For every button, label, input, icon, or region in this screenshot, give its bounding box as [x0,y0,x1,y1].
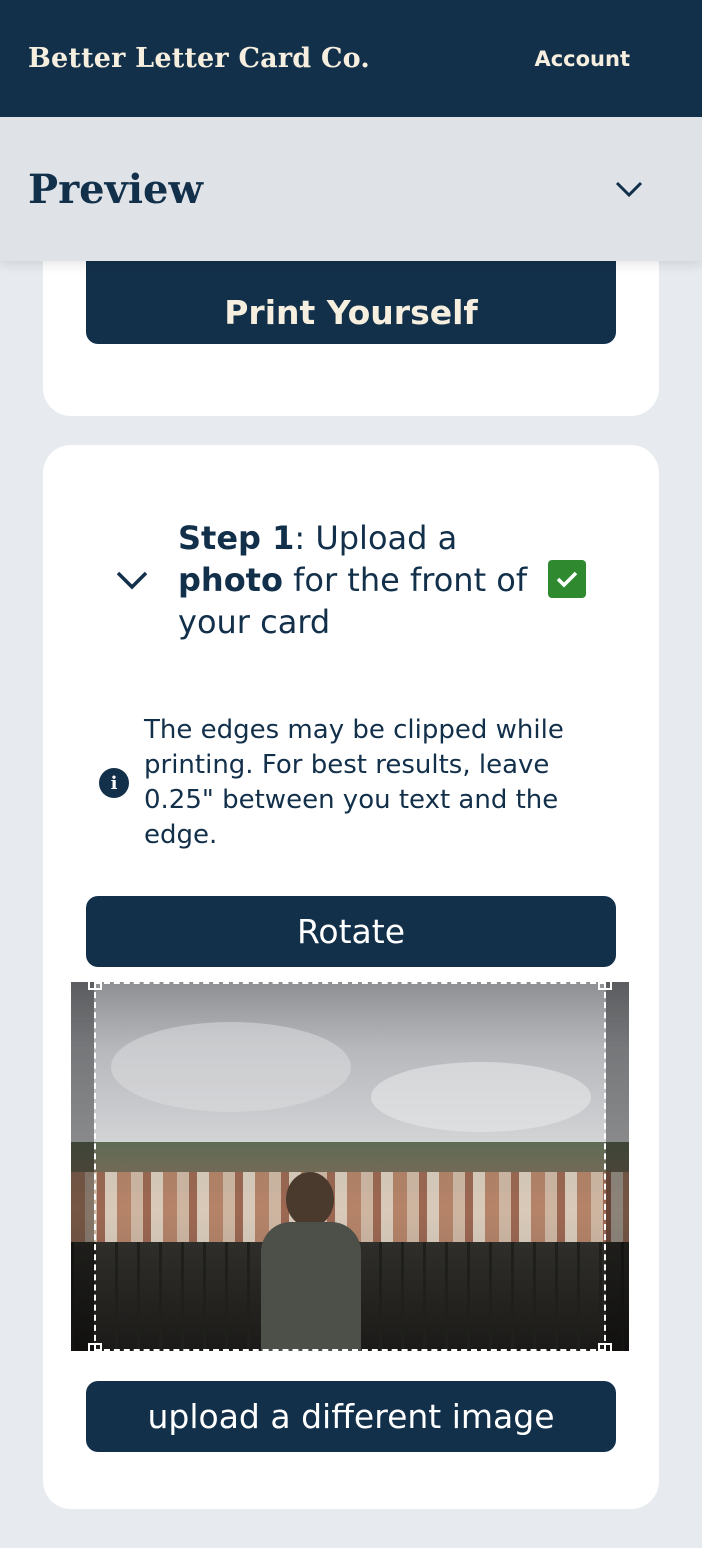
photo-crop-area[interactable] [71,982,629,1351]
brand-logo[interactable]: Better Letter Card Co. [28,43,370,74]
step-number: Step 1 [178,519,295,557]
crop-handle-top-right[interactable] [598,982,612,990]
preview-title: Preview [28,165,203,213]
checkmark-icon [548,560,586,598]
step-1-title: Step 1: Upload a photo for the front of … [178,517,533,643]
rotate-button[interactable]: Rotate [86,896,616,967]
crop-handle-bottom-left[interactable] [88,1343,102,1351]
chevron-down-icon[interactable] [115,569,149,595]
clipping-info-note: i The edges may be clipped while printin… [99,713,599,853]
preview-panel-header[interactable]: Preview [0,117,702,261]
step-text-part-1: : Upload a [294,519,458,557]
crop-handle-top-left[interactable] [88,982,102,990]
crop-frame[interactable] [88,982,612,1351]
info-text: The edges may be clipped while printing.… [144,715,564,850]
info-icon: i [99,768,129,798]
crop-handle-bottom-right[interactable] [598,1343,612,1351]
account-link[interactable]: Account [534,47,630,71]
top-navigation-bar: Better Letter Card Co. Account [0,0,702,117]
upload-different-image-button[interactable]: upload a different image [86,1381,616,1452]
chevron-down-icon[interactable] [614,179,644,199]
step-1-card: Step 1: Upload a photo for the front of … [43,445,659,1509]
step-text-bold: photo [178,561,283,599]
step-1-header[interactable]: Step 1: Upload a photo for the front of … [115,517,595,647]
